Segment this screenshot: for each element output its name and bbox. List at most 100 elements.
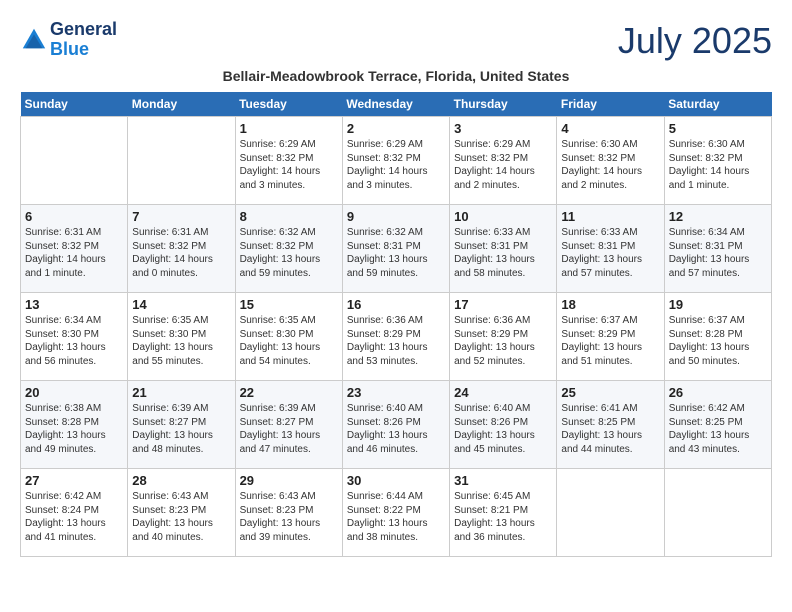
calendar-cell <box>128 117 235 205</box>
day-info: Sunrise: 6:39 AMSunset: 8:27 PMDaylight:… <box>132 402 230 456</box>
week-row-3: 13 Sunrise: 6:34 AMSunset: 8:30 PMDayligh… <box>21 293 772 381</box>
day-number: 11 <box>561 209 659 224</box>
day-number: 1 <box>240 121 338 136</box>
day-number: 15 <box>240 297 338 312</box>
weekday-header-sunday: Sunday <box>21 92 128 117</box>
day-number: 5 <box>669 121 767 136</box>
day-number: 12 <box>669 209 767 224</box>
day-info: Sunrise: 6:38 AMSunset: 8:28 PMDaylight:… <box>25 402 123 456</box>
day-number: 14 <box>132 297 230 312</box>
calendar-cell <box>557 469 664 557</box>
calendar-cell: 16 Sunrise: 6:36 AMSunset: 8:29 PMDayligh… <box>342 293 449 381</box>
day-info: Sunrise: 6:32 AMSunset: 8:32 PMDaylight:… <box>240 226 338 280</box>
day-number: 3 <box>454 121 552 136</box>
day-number: 2 <box>347 121 445 136</box>
logo-text-general: General <box>50 20 117 40</box>
day-info: Sunrise: 6:40 AMSunset: 8:26 PMDaylight:… <box>454 402 552 456</box>
day-number: 13 <box>25 297 123 312</box>
day-info: Sunrise: 6:34 AMSunset: 8:30 PMDaylight:… <box>25 314 123 368</box>
day-info: Sunrise: 6:43 AMSunset: 8:23 PMDaylight:… <box>132 490 230 544</box>
calendar-cell: 13 Sunrise: 6:34 AMSunset: 8:30 PMDayligh… <box>21 293 128 381</box>
day-number: 29 <box>240 473 338 488</box>
day-info: Sunrise: 6:36 AMSunset: 8:29 PMDaylight:… <box>454 314 552 368</box>
calendar-cell: 6Sunrise: 6:31 AMSunset: 8:32 PMDaylight… <box>21 205 128 293</box>
day-info: Sunrise: 6:42 AMSunset: 8:25 PMDaylight:… <box>669 402 767 456</box>
day-number: 26 <box>669 385 767 400</box>
week-row-4: 20 Sunrise: 6:38 AMSunset: 8:28 PMDayligh… <box>21 381 772 469</box>
calendar-cell: 17 Sunrise: 6:36 AMSunset: 8:29 PMDayligh… <box>450 293 557 381</box>
calendar-table: SundayMondayTuesdayWednesdayThursdayFrid… <box>20 92 772 557</box>
day-info: Sunrise: 6:45 AMSunset: 8:21 PMDaylight:… <box>454 490 552 544</box>
day-number: 4 <box>561 121 659 136</box>
weekday-header-saturday: Saturday <box>664 92 771 117</box>
calendar-cell: 28 Sunrise: 6:43 AMSunset: 8:23 PMDayligh… <box>128 469 235 557</box>
logo-icon <box>20 26 48 54</box>
day-info: Sunrise: 6:29 AMSunset: 8:32 PMDaylight:… <box>347 138 445 192</box>
title-section: July 2025 <box>618 20 772 62</box>
day-info: Sunrise: 6:33 AMSunset: 8:31 PMDaylight:… <box>454 226 552 280</box>
calendar-cell: 26 Sunrise: 6:42 AMSunset: 8:25 PMDayligh… <box>664 381 771 469</box>
location-title: Bellair-Meadowbrook Terrace, Florida, Un… <box>20 68 772 84</box>
weekday-header-thursday: Thursday <box>450 92 557 117</box>
weekday-header-row: SundayMondayTuesdayWednesdayThursdayFrid… <box>21 92 772 117</box>
week-row-2: 6 Sunrise: 6:31 AMSunset: 8:32 PMDaylight… <box>21 205 772 293</box>
day-number: 22 <box>240 385 338 400</box>
day-number: 7 <box>132 209 230 224</box>
calendar-cell: 15 Sunrise: 6:35 AMSunset: 8:30 PMDayligh… <box>235 293 342 381</box>
day-number: 8 <box>240 209 338 224</box>
day-number: 17 <box>454 297 552 312</box>
day-number: 20 <box>25 385 123 400</box>
day-info: Sunrise: 6:36 AMSunset: 8:29 PMDaylight:… <box>347 314 445 368</box>
calendar-cell: 23 Sunrise: 6:40 AMSunset: 8:26 PMDayligh… <box>342 381 449 469</box>
day-number: 23 <box>347 385 445 400</box>
day-info: Sunrise: 6:31 AMSunset: 8:32 PMDaylight:… <box>132 226 230 280</box>
calendar-cell: 25Sunrise: 6:41 AMSunset: 8:25 PMDayligh… <box>557 381 664 469</box>
day-number: 6 <box>25 209 123 224</box>
week-row-5: 27 Sunrise: 6:42 AMSunset: 8:24 PMDayligh… <box>21 469 772 557</box>
calendar-cell: 2 Sunrise: 6:29 AMSunset: 8:32 PMDaylight… <box>342 117 449 205</box>
day-info: Sunrise: 6:42 AMSunset: 8:24 PMDaylight:… <box>25 490 123 544</box>
day-info: Sunrise: 6:44 AMSunset: 8:22 PMDaylight:… <box>347 490 445 544</box>
calendar-cell: 19Sunrise: 6:37 AMSunset: 8:28 PMDayligh… <box>664 293 771 381</box>
logo-text-blue: Blue <box>50 40 117 60</box>
day-number: 28 <box>132 473 230 488</box>
calendar-cell: 21 Sunrise: 6:39 AMSunset: 8:27 PMDayligh… <box>128 381 235 469</box>
day-number: 30 <box>347 473 445 488</box>
day-number: 10 <box>454 209 552 224</box>
day-info: Sunrise: 6:40 AMSunset: 8:26 PMDaylight:… <box>347 402 445 456</box>
day-number: 16 <box>347 297 445 312</box>
calendar-cell: 30 Sunrise: 6:44 AMSunset: 8:22 PMDayligh… <box>342 469 449 557</box>
calendar-cell: 4 Sunrise: 6:30 AMSunset: 8:32 PMDaylight… <box>557 117 664 205</box>
weekday-header-wednesday: Wednesday <box>342 92 449 117</box>
week-row-1: 1 Sunrise: 6:29 AMSunset: 8:32 PMDaylight… <box>21 117 772 205</box>
day-info: Sunrise: 6:29 AMSunset: 8:32 PMDaylight:… <box>240 138 338 192</box>
day-number: 21 <box>132 385 230 400</box>
calendar-cell: 18Sunrise: 6:37 AMSunset: 8:29 PMDayligh… <box>557 293 664 381</box>
weekday-header-monday: Monday <box>128 92 235 117</box>
day-number: 9 <box>347 209 445 224</box>
calendar-cell: 9 Sunrise: 6:32 AMSunset: 8:31 PMDaylight… <box>342 205 449 293</box>
day-info: Sunrise: 6:32 AMSunset: 8:31 PMDaylight:… <box>347 226 445 280</box>
day-number: 19 <box>669 297 767 312</box>
day-info: Sunrise: 6:39 AMSunset: 8:27 PMDaylight:… <box>240 402 338 456</box>
day-number: 31 <box>454 473 552 488</box>
weekday-header-tuesday: Tuesday <box>235 92 342 117</box>
day-number: 27 <box>25 473 123 488</box>
calendar-cell: 22 Sunrise: 6:39 AMSunset: 8:27 PMDayligh… <box>235 381 342 469</box>
calendar-cell: 8 Sunrise: 6:32 AMSunset: 8:32 PMDaylight… <box>235 205 342 293</box>
day-info: Sunrise: 6:33 AMSunset: 8:31 PMDaylight:… <box>561 226 659 280</box>
calendar-cell: 29Sunrise: 6:43 AMSunset: 8:23 PMDayligh… <box>235 469 342 557</box>
calendar-cell: 24 Sunrise: 6:40 AMSunset: 8:26 PMDayligh… <box>450 381 557 469</box>
calendar-cell: 27 Sunrise: 6:42 AMSunset: 8:24 PMDayligh… <box>21 469 128 557</box>
day-info: Sunrise: 6:30 AMSunset: 8:32 PMDaylight:… <box>561 138 659 192</box>
day-number: 25 <box>561 385 659 400</box>
day-number: 24 <box>454 385 552 400</box>
day-info: Sunrise: 6:29 AMSunset: 8:32 PMDaylight:… <box>454 138 552 192</box>
calendar-cell: 14Sunrise: 6:35 AMSunset: 8:30 PMDayligh… <box>128 293 235 381</box>
day-info: Sunrise: 6:35 AMSunset: 8:30 PMDaylight:… <box>240 314 338 368</box>
calendar-cell: 31 Sunrise: 6:45 AMSunset: 8:21 PMDayligh… <box>450 469 557 557</box>
calendar-cell: 1 Sunrise: 6:29 AMSunset: 8:32 PMDaylight… <box>235 117 342 205</box>
page-header: General Blue July 2025 <box>20 20 772 62</box>
logo: General Blue <box>20 20 117 60</box>
day-number: 18 <box>561 297 659 312</box>
